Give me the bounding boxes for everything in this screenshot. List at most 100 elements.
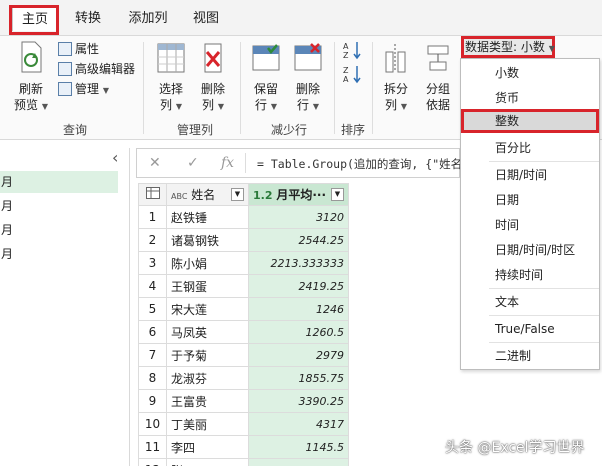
svg-text:A: A xyxy=(343,75,349,84)
menu-item-date[interactable]: 日期 xyxy=(461,188,599,212)
group-separator xyxy=(240,42,241,134)
chevron-down-icon: ▼ xyxy=(175,102,182,111)
table-icon xyxy=(58,82,72,96)
nav-query-item[interactable]: 月 xyxy=(0,243,118,265)
table-row[interactable]: 7 于予菊 2979 xyxy=(138,343,349,367)
menu-item-time[interactable]: 时间 xyxy=(461,213,599,237)
group-by-button[interactable]: 分组 依据 xyxy=(420,42,456,113)
decimal-type-icon: 1.2 xyxy=(253,189,273,202)
nav-query-item[interactable]: 月 xyxy=(0,219,118,241)
chevron-down-icon: ▼ xyxy=(270,102,277,111)
menu-separator xyxy=(489,161,599,162)
collapse-chevron-icon[interactable]: ‹ xyxy=(112,148,118,167)
table-menu-icon[interactable] xyxy=(138,183,167,206)
chevron-down-icon: ▼ xyxy=(548,44,555,53)
tab-view[interactable]: 视图 xyxy=(188,7,224,31)
menu-separator xyxy=(489,315,599,316)
data-grid: ABC 姓名 ▼ 1.2 月平均··· ▼ 1 赵铁锤 3120 2 诸葛钢铁 2544… xyxy=(138,183,349,466)
table-row[interactable]: 10 丁美丽 4317 xyxy=(138,412,349,436)
table-row[interactable]: 8 龙淑芬 1855.75 xyxy=(138,366,349,390)
table-row[interactable]: 6 马凤英 1260.5 xyxy=(138,320,349,344)
choose-columns-button[interactable]: 选择 列 ▼ xyxy=(152,42,190,115)
svg-text:Z: Z xyxy=(343,66,349,75)
group-label-reduce-rows: 减少行 xyxy=(270,123,307,137)
fx-icon[interactable]: fx xyxy=(221,155,234,171)
table-row[interactable]: 9 王富贵 3390.25 xyxy=(138,389,349,413)
manage-button[interactable]: 管理 ▼ xyxy=(58,80,109,98)
refresh-icon xyxy=(21,41,42,73)
menu-item-datetime[interactable]: 日期/时间 xyxy=(461,163,599,187)
watermark: 头条 @Excel学习世界 xyxy=(445,440,585,456)
nav-query-item[interactable]: 月 xyxy=(0,171,118,193)
keep-rows-icon xyxy=(252,44,280,71)
divider xyxy=(245,153,246,173)
sort-descending-button[interactable]: Z A xyxy=(340,64,366,88)
table-row[interactable]: 4 王钢蛋 2419.25 xyxy=(138,274,349,298)
remove-columns-icon xyxy=(204,43,222,73)
keep-rows-button[interactable]: 保留 行 ▼ xyxy=(248,42,284,115)
chevron-down-icon: ▼ xyxy=(312,102,319,111)
group-separator xyxy=(143,42,144,134)
menu-item-datetimezone[interactable]: 日期/时间/时区 xyxy=(461,238,599,262)
table-row[interactable]: 5 宋大莲 1246 xyxy=(138,297,349,321)
filter-dropdown-icon[interactable]: ▼ xyxy=(331,188,344,201)
chevron-down-icon: ▼ xyxy=(400,102,407,111)
column-header-name[interactable]: ABC 姓名 ▼ xyxy=(166,183,249,206)
menu-separator xyxy=(489,288,599,289)
menu-separator xyxy=(489,342,599,343)
confirm-icon[interactable]: ✓ xyxy=(187,155,199,171)
formula-bar: ✕ ✓ fx = Table.Group(追加的查询, {"姓名 xyxy=(136,148,462,178)
group-separator xyxy=(334,42,335,134)
sort-ascending-icon: A Z xyxy=(343,42,361,60)
menu-item-currency[interactable]: 货币 xyxy=(461,86,599,110)
sort-ascending-button[interactable]: A Z xyxy=(340,40,366,64)
table-row[interactable]: 12张三1764 xyxy=(138,458,349,466)
menu-item-integer[interactable]: 整数 xyxy=(461,109,599,133)
chevron-down-icon: ▼ xyxy=(217,102,224,111)
properties-icon xyxy=(58,42,72,56)
menu-item-true-false[interactable]: True/False xyxy=(461,317,599,341)
table-icon xyxy=(145,187,160,199)
tab-add-column[interactable]: 添加列 xyxy=(124,7,172,31)
chevron-down-icon: ▼ xyxy=(102,86,109,95)
filter-dropdown-icon[interactable]: ▼ xyxy=(231,188,244,201)
refresh-label-1: 刷新 xyxy=(18,82,43,96)
query-navigator: ‹ 月 月 月 月 xyxy=(0,148,130,466)
advanced-editor-button[interactable]: 高级编辑器 xyxy=(58,60,135,78)
text-type-icon: ABC xyxy=(171,192,188,201)
properties-button[interactable]: 属性 xyxy=(58,40,99,58)
column-header-monthly-average[interactable]: 1.2 月平均··· ▼ xyxy=(248,183,349,206)
menu-item-duration[interactable]: 持续时间 xyxy=(461,263,599,287)
nav-query-item[interactable]: 月 xyxy=(0,195,118,217)
table-row[interactable]: 3 陈小娟 2213.333333 xyxy=(138,251,349,275)
svg-text:A: A xyxy=(343,42,349,51)
data-type-menu: 小数 货币 整数 百分比 日期/时间 日期 时间 日期/时间/时区 持续时间 文… xyxy=(460,58,600,370)
group-label-sort: 排序 xyxy=(340,123,365,137)
menu-item-decimal[interactable]: 小数 xyxy=(461,61,599,85)
menu-item-percentage[interactable]: 百分比 xyxy=(461,136,599,160)
group-by-icon xyxy=(427,45,449,71)
sort-descending-icon: Z A xyxy=(343,66,361,84)
data-type-dropdown[interactable]: 数据类型: 小数 ▼ xyxy=(461,36,555,58)
ribbon-tab-bar: 主页 转换 添加列 视图 xyxy=(0,0,602,36)
menu-item-binary[interactable]: 二进制 xyxy=(461,344,599,368)
svg-text:Z: Z xyxy=(343,51,349,60)
refresh-label-2: 预览 xyxy=(14,98,39,112)
choose-columns-icon xyxy=(157,43,185,73)
table-row[interactable]: 1 赵铁锤 3120 xyxy=(138,205,349,229)
split-column-button[interactable]: 拆分 列 ▼ xyxy=(378,42,414,115)
menu-item-text[interactable]: 文本 xyxy=(461,290,599,314)
group-label-manage-columns: 管理列 xyxy=(176,123,213,137)
highlight-home-tab xyxy=(9,5,59,35)
table-row[interactable]: 11 李四 1145.5 xyxy=(138,435,349,459)
table-row[interactable]: 2 诸葛钢铁 2544.25 xyxy=(138,228,349,252)
group-label-query: 查询 xyxy=(62,123,87,137)
chevron-down-icon: ▼ xyxy=(41,102,48,111)
tab-transform[interactable]: 转换 xyxy=(70,7,106,31)
cancel-icon[interactable]: ✕ xyxy=(149,155,161,171)
refresh-preview-button[interactable]: 刷新 预览 ▼ xyxy=(10,40,52,115)
formula-input[interactable]: = Table.Group(追加的查询, {"姓名 xyxy=(257,156,462,172)
editor-icon xyxy=(58,62,72,76)
remove-columns-button[interactable]: 删除 列 ▼ xyxy=(194,42,232,115)
remove-rows-button[interactable]: 删除 行 ▼ xyxy=(290,42,326,115)
